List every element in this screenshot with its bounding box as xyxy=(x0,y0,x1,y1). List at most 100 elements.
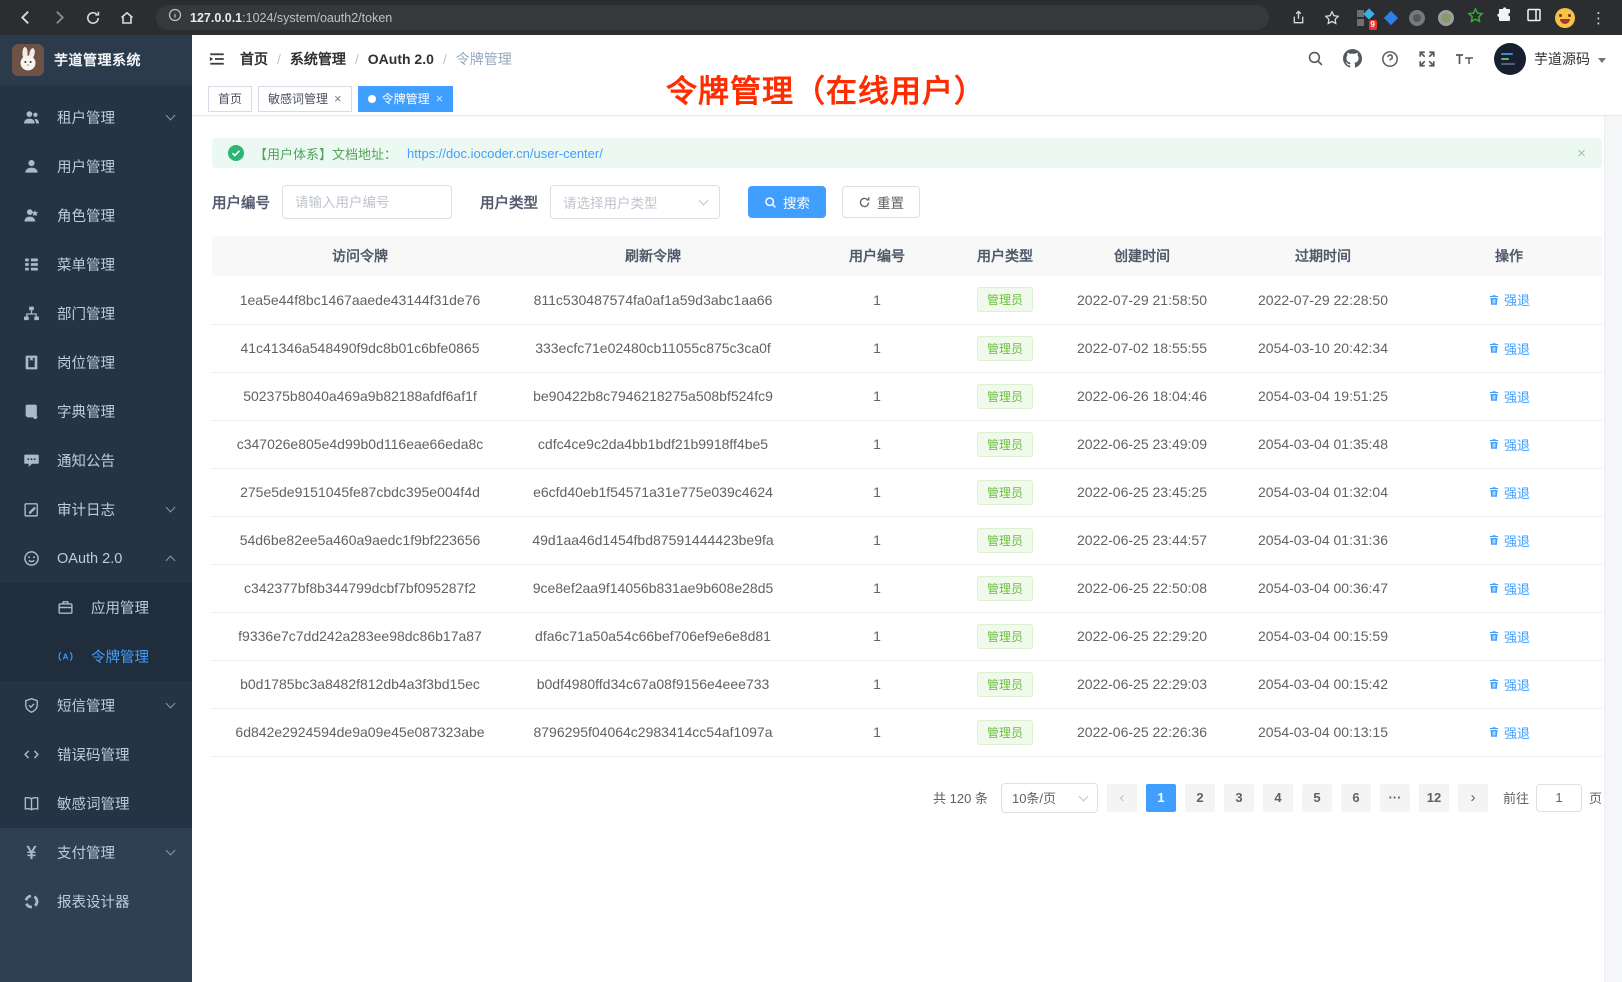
page-button-5[interactable]: 5 xyxy=(1302,784,1332,812)
sidebar-item-sensitive[interactable]: 敏感词管理 xyxy=(0,779,192,828)
reset-button[interactable]: 重置 xyxy=(842,186,920,218)
sidebar-item-role[interactable]: 角色管理 xyxy=(0,191,192,240)
user-id-input[interactable] xyxy=(282,185,452,219)
sidebar-item-label: 菜单管理 xyxy=(57,254,115,275)
sidebar-item-label: 部门管理 xyxy=(57,303,115,324)
search-icon[interactable] xyxy=(1307,50,1324,67)
breadcrumb-item[interactable]: 系统管理 xyxy=(290,49,346,69)
extension-badge: 9 xyxy=(1369,20,1377,30)
tab-首页[interactable]: 首页 xyxy=(208,86,252,112)
close-icon[interactable]: × xyxy=(334,92,342,105)
sidebar-fold-icon[interactable] xyxy=(208,50,226,68)
forward-icon[interactable] xyxy=(46,5,72,31)
sidebar-item-dict[interactable]: 字典管理 xyxy=(0,387,192,436)
reload-icon[interactable] xyxy=(80,5,106,31)
action-cell: 强退 xyxy=(1416,276,1602,324)
force-logout-button[interactable]: 强退 xyxy=(1488,435,1530,454)
extension-tampermonkey-icon[interactable]: 9 xyxy=(1357,10,1373,26)
users-icon xyxy=(22,109,40,127)
sidebar-item-report[interactable]: 报表设计器 xyxy=(0,877,192,926)
side-panel-icon[interactable] xyxy=(1526,7,1542,28)
goto-page-input[interactable] xyxy=(1536,784,1582,812)
bookmark-star-icon[interactable] xyxy=(1319,5,1345,31)
tab-令牌管理[interactable]: 令牌管理× xyxy=(358,86,454,112)
force-logout-button[interactable]: 强退 xyxy=(1488,627,1530,646)
force-logout-button[interactable]: 强退 xyxy=(1488,483,1530,502)
sidebar-item-label: 错误码管理 xyxy=(57,744,130,765)
share-icon[interactable] xyxy=(1285,5,1311,31)
page-button-6[interactable]: 6 xyxy=(1341,784,1371,812)
tab-敏感词管理[interactable]: 敏感词管理× xyxy=(258,86,352,112)
extension-green-circle-icon[interactable] xyxy=(1438,10,1454,26)
font-size-icon[interactable] xyxy=(1455,50,1475,68)
sidebar-item-oauth-app[interactable]: 应用管理 xyxy=(0,583,192,632)
force-logout-button[interactable]: 强退 xyxy=(1488,723,1530,742)
force-logout-button[interactable]: 强退 xyxy=(1488,290,1530,309)
sidebar-item-audit[interactable]: 审计日志 xyxy=(0,485,192,534)
sidebar-item-errcode[interactable]: 错误码管理 xyxy=(0,730,192,779)
table-row: f9336e7c7dd242a283ee98dc86b17a87dfa6c71a… xyxy=(212,612,1602,660)
fullscreen-icon[interactable] xyxy=(1418,50,1436,68)
page-button-3[interactable]: 3 xyxy=(1224,784,1254,812)
force-logout-button[interactable]: 强退 xyxy=(1488,675,1530,694)
sidebar-item-user[interactable]: 用户管理 xyxy=(0,142,192,191)
user-id-cell: 1 xyxy=(798,516,956,564)
extension-diamond-icon[interactable] xyxy=(1384,10,1398,24)
home-icon[interactable] xyxy=(114,5,140,31)
address-bar[interactable]: 127.0.0.1:1024/system/oauth2/token xyxy=(156,5,1269,30)
yen-icon xyxy=(22,844,40,862)
force-logout-button[interactable]: 强退 xyxy=(1488,531,1530,550)
page-button-2[interactable]: 2 xyxy=(1185,784,1215,812)
page-size-select[interactable]: 10条/页 xyxy=(1001,783,1098,813)
access-token-cell: 54d6be82ee5a460a9aedc1f9bf223656 xyxy=(212,516,508,564)
alert-text: 【用户体系】文档地址： xyxy=(254,144,397,163)
page-button-12[interactable]: 12 xyxy=(1419,784,1449,812)
prev-page-button[interactable]: ‹ xyxy=(1107,784,1137,812)
extensions-puzzle-icon[interactable] xyxy=(1497,7,1513,28)
sidebar: 芋道管理系统 租户管理用户管理角色管理菜单管理部门管理岗位管理字典管理通知公告审… xyxy=(0,35,192,982)
sidebar-item-notice[interactable]: 通知公告 xyxy=(0,436,192,485)
app-logo[interactable]: 芋道管理系统 xyxy=(0,35,192,85)
page-button-4[interactable]: 4 xyxy=(1263,784,1293,812)
expire-time-cell: 2054-03-04 00:15:59 xyxy=(1230,612,1416,660)
page-button-more[interactable]: ··· xyxy=(1380,784,1410,812)
force-logout-button[interactable]: 强退 xyxy=(1488,579,1530,598)
close-icon[interactable]: × xyxy=(436,92,444,105)
page-button-1[interactable]: 1 xyxy=(1146,784,1176,812)
browser-menu-icon[interactable]: ⋮ xyxy=(1587,9,1610,27)
column-header-4: 创建时间 xyxy=(1054,236,1230,276)
column-header-3: 用户类型 xyxy=(956,236,1054,276)
back-icon[interactable] xyxy=(12,5,38,31)
trash-icon xyxy=(1488,294,1500,306)
force-logout-label: 强退 xyxy=(1504,339,1530,358)
dict-icon xyxy=(22,403,40,421)
sidebar-item-oauth-token[interactable]: A令牌管理 xyxy=(0,632,192,681)
sidebar-item-label: OAuth 2.0 xyxy=(57,551,122,567)
sidebar-item-post[interactable]: 岗位管理 xyxy=(0,338,192,387)
extension-green-star-icon[interactable] xyxy=(1467,7,1484,29)
github-icon[interactable] xyxy=(1343,49,1362,68)
alert-close-icon[interactable]: × xyxy=(1577,145,1586,162)
force-logout-button[interactable]: 强退 xyxy=(1488,339,1530,358)
extension-dark-circle-icon[interactable] xyxy=(1409,10,1425,26)
sidebar-item-label: 敏感词管理 xyxy=(57,793,130,814)
sidebar-item-menu[interactable]: 菜单管理 xyxy=(0,240,192,289)
search-button[interactable]: 搜索 xyxy=(748,186,826,218)
force-logout-button[interactable]: 强退 xyxy=(1488,387,1530,406)
sidebar-item-dept[interactable]: 部门管理 xyxy=(0,289,192,338)
sidebar-item-tenant[interactable]: 租户管理 xyxy=(0,93,192,142)
user-menu[interactable]: 芋道源码 xyxy=(1494,43,1606,75)
help-icon[interactable] xyxy=(1381,50,1399,68)
site-info-icon[interactable] xyxy=(168,8,182,27)
next-page-button[interactable]: › xyxy=(1458,784,1488,812)
user-type-select[interactable]: 请选择用户类型 xyxy=(550,185,720,219)
profile-avatar-emoji[interactable] xyxy=(1555,8,1575,28)
sidebar-item-pay[interactable]: 支付管理 xyxy=(0,828,192,877)
sidebar-item-sms[interactable]: 短信管理 xyxy=(0,681,192,730)
alert-link[interactable]: https://doc.iocoder.cn/user-center/ xyxy=(407,146,603,161)
breadcrumb-item[interactable]: 首页 xyxy=(240,49,268,69)
breadcrumb-item[interactable]: OAuth 2.0 xyxy=(368,51,434,67)
force-logout-label: 强退 xyxy=(1504,435,1530,454)
created-time-cell: 2022-06-25 22:29:20 xyxy=(1054,612,1230,660)
sidebar-item-oauth2[interactable]: OAuth 2.0 xyxy=(0,534,192,583)
